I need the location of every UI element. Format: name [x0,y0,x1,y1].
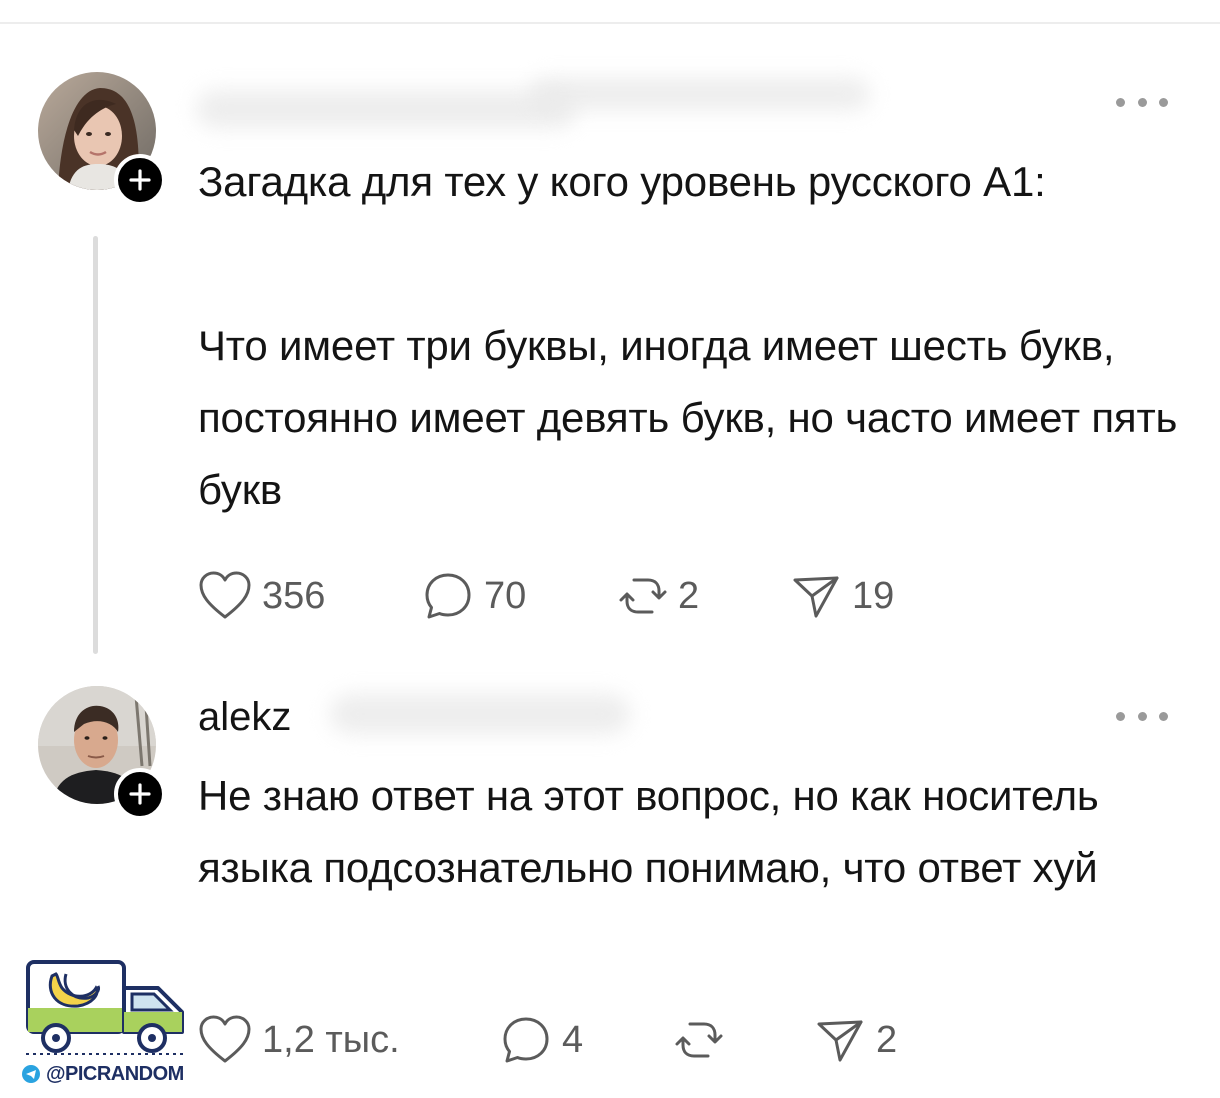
post-text: Что имеет три буквы, иногда имеет шесть … [198,322,1178,513]
repost-button[interactable] [674,1012,734,1068]
repost-button[interactable]: 2 [618,568,699,624]
watermark-handle: @PICRANDOM [22,1062,192,1086]
plus-icon [129,783,151,805]
top-divider [0,22,1220,24]
share-button[interactable]: 2 [814,1012,897,1068]
post-text: Не знаю ответ на этот вопрос, но как нос… [198,772,1099,891]
follow-button[interactable] [114,768,166,820]
more-dots-icon[interactable] [1116,710,1168,722]
repost-arrows-icon [619,578,667,614]
plus-icon [129,169,151,191]
post-text: Загадка для тех у кого уровень русского … [198,158,1046,205]
share-count: 2 [876,1018,898,1061]
like-button[interactable]: 1,2 тыс. [198,1012,400,1068]
share-button[interactable]: 19 [790,568,894,624]
author-meta-blurred [330,694,630,734]
author-username[interactable]: alekz [198,692,291,742]
heart-icon [199,1015,251,1063]
speech-bubble-icon [425,573,471,619]
author-name-blurred [196,90,576,128]
delivery-truck-icon [26,960,186,1055]
follow-button[interactable] [114,154,166,206]
reply-button[interactable]: 70 [422,568,526,624]
heart-icon [199,571,251,619]
share-count: 19 [852,574,895,617]
post-actions: 1,2 тыс. 4 2 [198,1012,998,1068]
like-count: 1,2 тыс. [262,1018,400,1061]
watermark-handle-text: @PICRANDOM [46,1062,184,1085]
send-icon [793,576,839,618]
speech-bubble-icon [503,1017,549,1063]
send-icon [817,1020,863,1062]
reply-count: 70 [484,574,527,617]
reply-button[interactable]: 4 [500,1012,583,1068]
thread-line [93,236,98,654]
post-actions: 356 70 2 19 [198,568,998,624]
author-meta-blurred [530,78,870,110]
like-button[interactable]: 356 [198,568,325,624]
repost-arrows-icon [675,1022,723,1058]
reply-count: 4 [562,1018,584,1061]
telegram-icon [22,1065,40,1083]
like-count: 356 [262,574,326,617]
more-dots-icon[interactable] [1116,96,1168,108]
repost-count: 2 [678,574,700,617]
